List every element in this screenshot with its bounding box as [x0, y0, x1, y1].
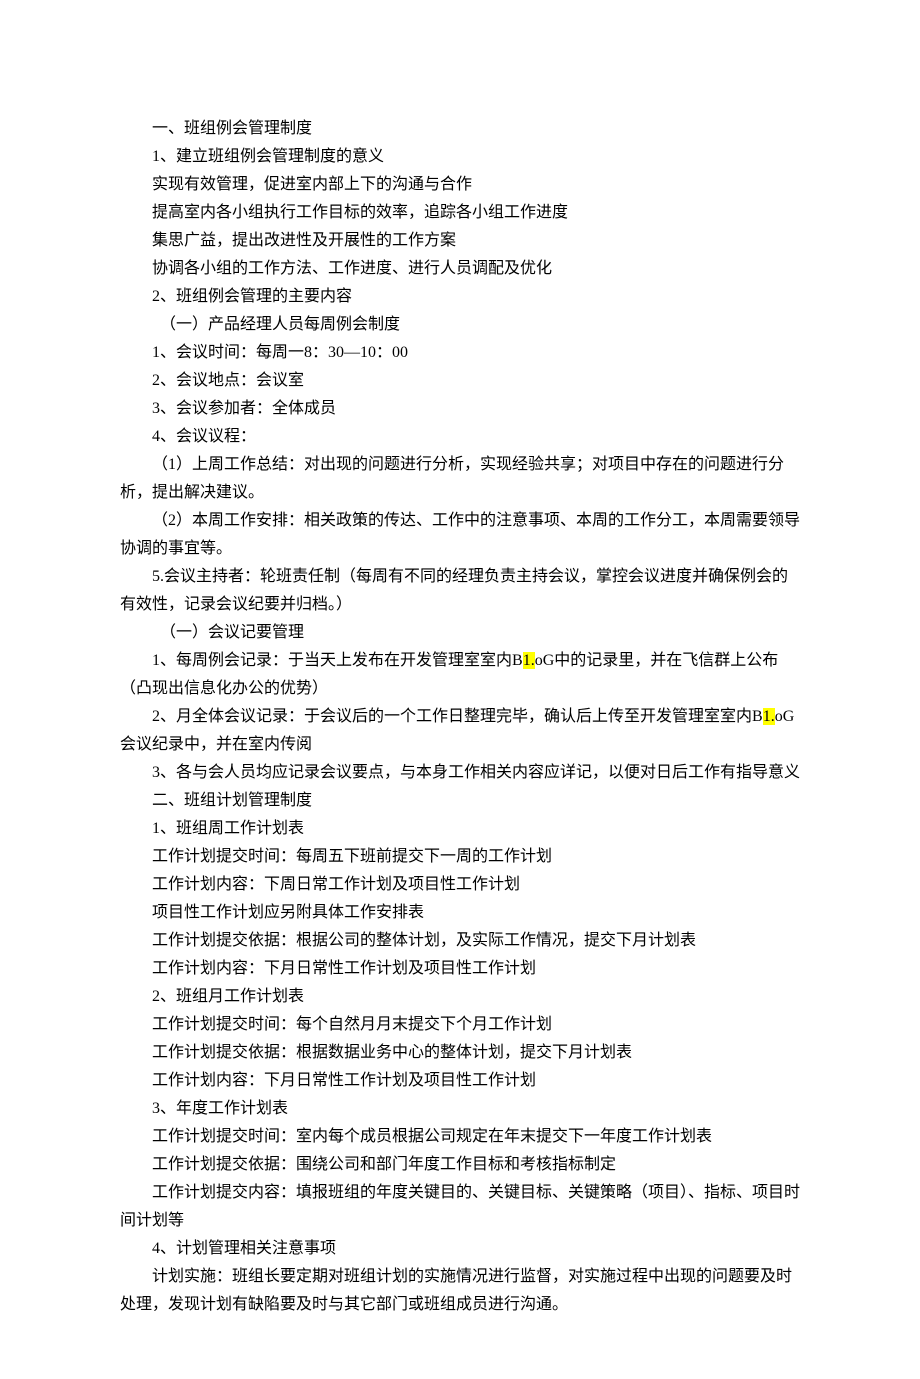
document-page: 一、班组例会管理制度1、建立班组例会管理制度的意义实现有效管理，促进室内部上下的…	[0, 0, 920, 1379]
paragraph-0: 一、班组例会管理制度	[120, 115, 800, 143]
paragraph-7: （一）产品经理人员每周例会制度	[120, 311, 800, 339]
highlighted-text: 1.	[763, 708, 775, 725]
text-span: 1、每周例会记录：于当天上发布在开发管理室室内B	[152, 652, 523, 669]
paragraph-10: 3、会议参加者：全体成员	[120, 395, 800, 423]
paragraph-4: 集思广益，提出改进性及开展性的工作方案	[120, 227, 800, 255]
paragraph-26: 2、班组月工作计划表	[120, 983, 800, 1011]
paragraph-27: 工作计划提交时间：每个自然月月末提交下个月工作计划	[120, 1011, 800, 1039]
paragraph-2: 实现有效管理，促进室内部上下的沟通与合作	[120, 171, 800, 199]
paragraph-31: 工作计划提交时间：室内每个成员根据公司规定在年末提交下一年度工作计划表	[120, 1123, 800, 1151]
paragraph-32: 工作计划提交依据：围绕公司和部门年度工作目标和考核指标制定	[120, 1151, 800, 1179]
paragraph-25: 工作计划内容：下月日常性工作计划及项目性工作计划	[120, 955, 800, 983]
paragraph-21: 工作计划提交时间：每周五下班前提交下一周的工作计划	[120, 843, 800, 871]
highlighted-text: 1.	[523, 652, 535, 669]
paragraph-24: 工作计划提交依据：根据公司的整体计划，及实际工作情况，提交下月计划表	[120, 927, 800, 955]
paragraph-5: 协调各小组的工作方法、工作进度、进行人员调配及优化	[120, 255, 800, 283]
paragraph-11: 4、会议议程：	[120, 423, 800, 451]
paragraph-16: 1、每周例会记录：于当天上发布在开发管理室室内B1.oG中的记录里，并在飞信群上…	[120, 647, 800, 703]
paragraph-29: 工作计划内容：下月日常性工作计划及项目性工作计划	[120, 1067, 800, 1095]
paragraph-35: 计划实施：班组长要定期对班组计划的实施情况进行监督，对实施过程中出现的问题要及时…	[120, 1263, 800, 1319]
paragraph-33: 工作计划提交内容：填报班组的年度关键目的、关键目标、关键策略（项目）、指标、项目…	[120, 1179, 800, 1235]
paragraph-23: 项目性工作计划应另附具体工作安排表	[120, 899, 800, 927]
paragraph-12: （1）上周工作总结：对出现的问题进行分析，实现经验共享；对项目中存在的问题进行分…	[120, 451, 800, 507]
paragraph-19: 二、班组计划管理制度	[120, 787, 800, 815]
paragraph-28: 工作计划提交依据：根据数据业务中心的整体计划，提交下月计划表	[120, 1039, 800, 1067]
paragraph-13: （2）本周工作安排：相关政策的传达、工作中的注意事项、本周的工作分工，本周需要领…	[120, 507, 800, 563]
paragraph-30: 3、年度工作计划表	[120, 1095, 800, 1123]
paragraph-9: 2、会议地点：会议室	[120, 367, 800, 395]
paragraph-20: 1、班组周工作计划表	[120, 815, 800, 843]
paragraph-8: 1、会议时间：每周一8：30—10：00	[120, 339, 800, 367]
paragraph-3: 提高室内各小组执行工作目标的效率，追踪各小组工作进度	[120, 199, 800, 227]
paragraph-34: 4、计划管理相关注意事项	[120, 1235, 800, 1263]
paragraph-1: 1、建立班组例会管理制度的意义	[120, 143, 800, 171]
paragraph-14: 5.会议主持者：轮班责任制（每周有不同的经理负责主持会议，掌控会议进度并确保例会…	[120, 563, 800, 619]
paragraph-6: 2、班组例会管理的主要内容	[120, 283, 800, 311]
text-span: 2、月全体会议记录：于会议后的一个工作日整理完毕，确认后上传至开发管理室室内B	[152, 708, 763, 725]
paragraph-15: （一）会议记要管理	[120, 619, 800, 647]
paragraph-18: 3、各与会人员均应记录会议要点，与本身工作相关内容应详记，以便对日后工作有指导意…	[120, 759, 800, 787]
paragraph-17: 2、月全体会议记录：于会议后的一个工作日整理完毕，确认后上传至开发管理室室内B1…	[120, 703, 800, 759]
paragraph-22: 工作计划内容：下周日常工作计划及项目性工作计划	[120, 871, 800, 899]
